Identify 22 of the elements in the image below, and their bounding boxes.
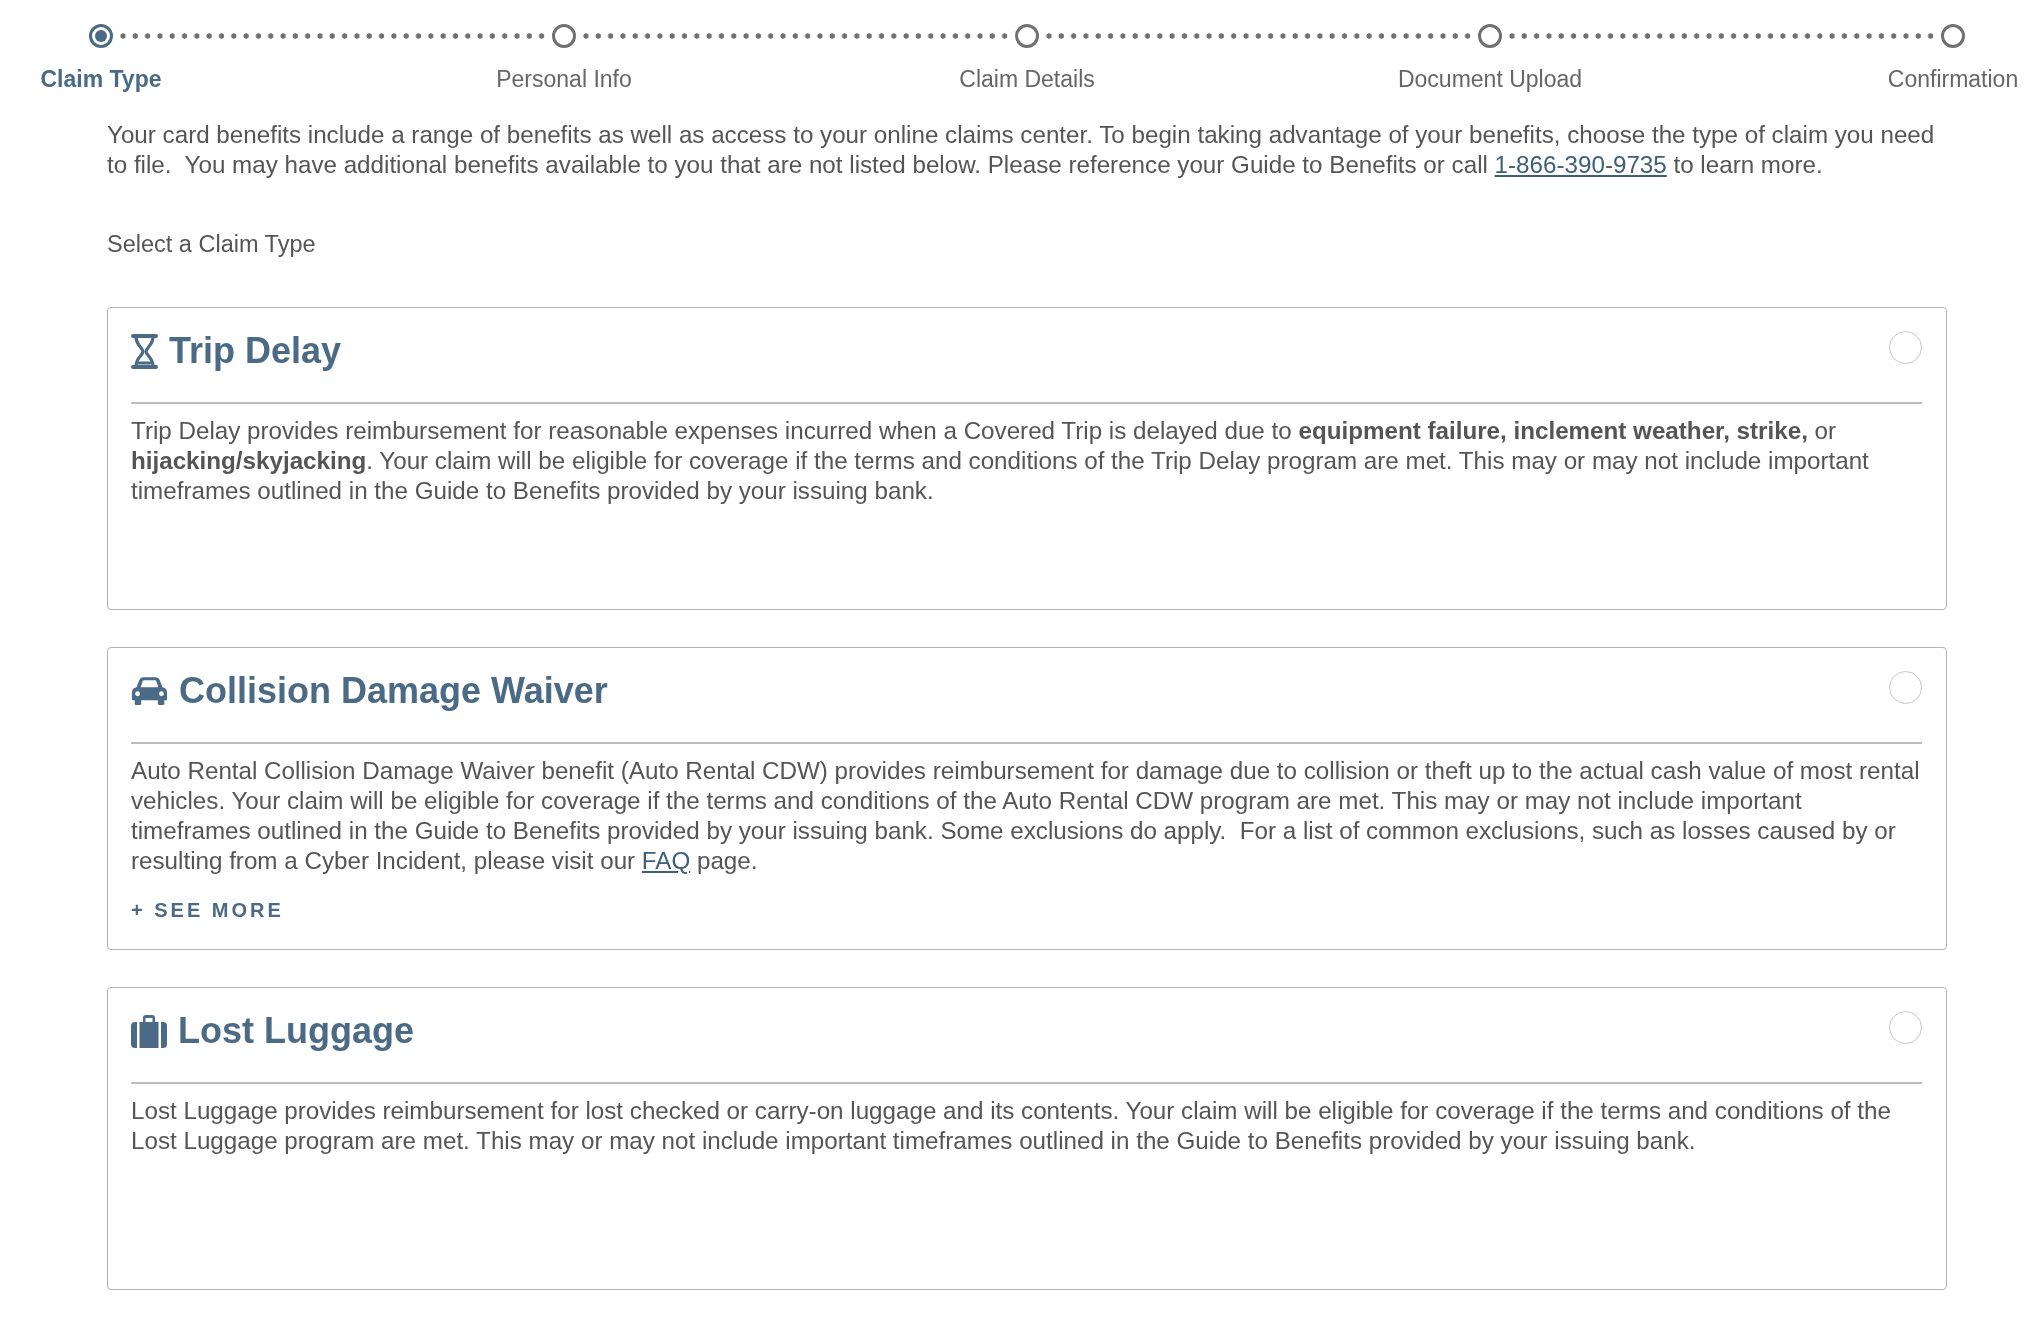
card-description: Auto Rental Collision Damage Waiver benefit (Auto Rental CDW) provides reimbursement for damage due to collision or theft up to the actual cash value of most rental vehicles. Your claim will be eligible for coverage if the terms and conditions of the Auto Rental CDW program are met. This may or may not include important timeframes outlined in the Guide to Benefits provided by your issuing bank. Some exclusions do apply. For a list of common exclusions, such as losses caused by or resulting from a Cyber Incident, please visit our FAQ page. (131, 756, 1921, 876)
step-label: Claim Type (40, 65, 162, 93)
card-description: Trip Delay provides reimbursement for reasonable expenses incurred when a Covered Trip is delayed due to equipment failure, inclement weather, strike, or hijacking/skyjacking. Your claim will be eligible for coverage if the terms and conditions of the Trip Delay program are met. This may or may not include important timeframes outlined in the Guide to Benefits provided by your issuing bank. (131, 416, 1870, 506)
suitcase-icon (131, 1014, 167, 1048)
phone-link[interactable]: 1-866-390-9735 (1494, 151, 1667, 178)
step-label: Document Upload (1397, 65, 1583, 93)
hourglass-icon (131, 333, 158, 369)
faq-link[interactable]: FAQ (641, 847, 691, 874)
card-title: Lost Luggage (178, 1009, 414, 1053)
radio-button[interactable] (1889, 330, 1922, 364)
section-label: Select a Claim Type (107, 230, 316, 259)
see-more-link[interactable]: + SEE MORE (131, 897, 284, 923)
card-title: Trip Delay (169, 329, 342, 373)
intro-text: Your card benefits include a range of benefits as well as access to your online claims center. To begin taking advantage of your benefits, choose the type of claim you need to file. You may have additional benefits available to you that are not listed below. Please reference your Guide to Benefits or call 1-866-390-9735 to learn more. (107, 120, 1936, 180)
step-label: Claim Details (959, 65, 1095, 93)
step-label: Confirmation (1887, 65, 2019, 93)
radio-button[interactable] (1889, 670, 1922, 704)
step-label: Personal Info (496, 65, 632, 93)
car-icon (131, 676, 168, 706)
card-title: Collision Damage Waiver (179, 669, 608, 713)
card-description: Lost Luggage provides reimbursement for lost checked or carry-on luggage and its contents. Your claim will be eligible for coverage if the terms and conditions of the Lost Luggage program are met. This may or may not include important timeframes outlined in the Guide to Benefits provided by your issuing bank. (131, 1096, 1892, 1156)
radio-button[interactable] (1889, 1010, 1922, 1044)
